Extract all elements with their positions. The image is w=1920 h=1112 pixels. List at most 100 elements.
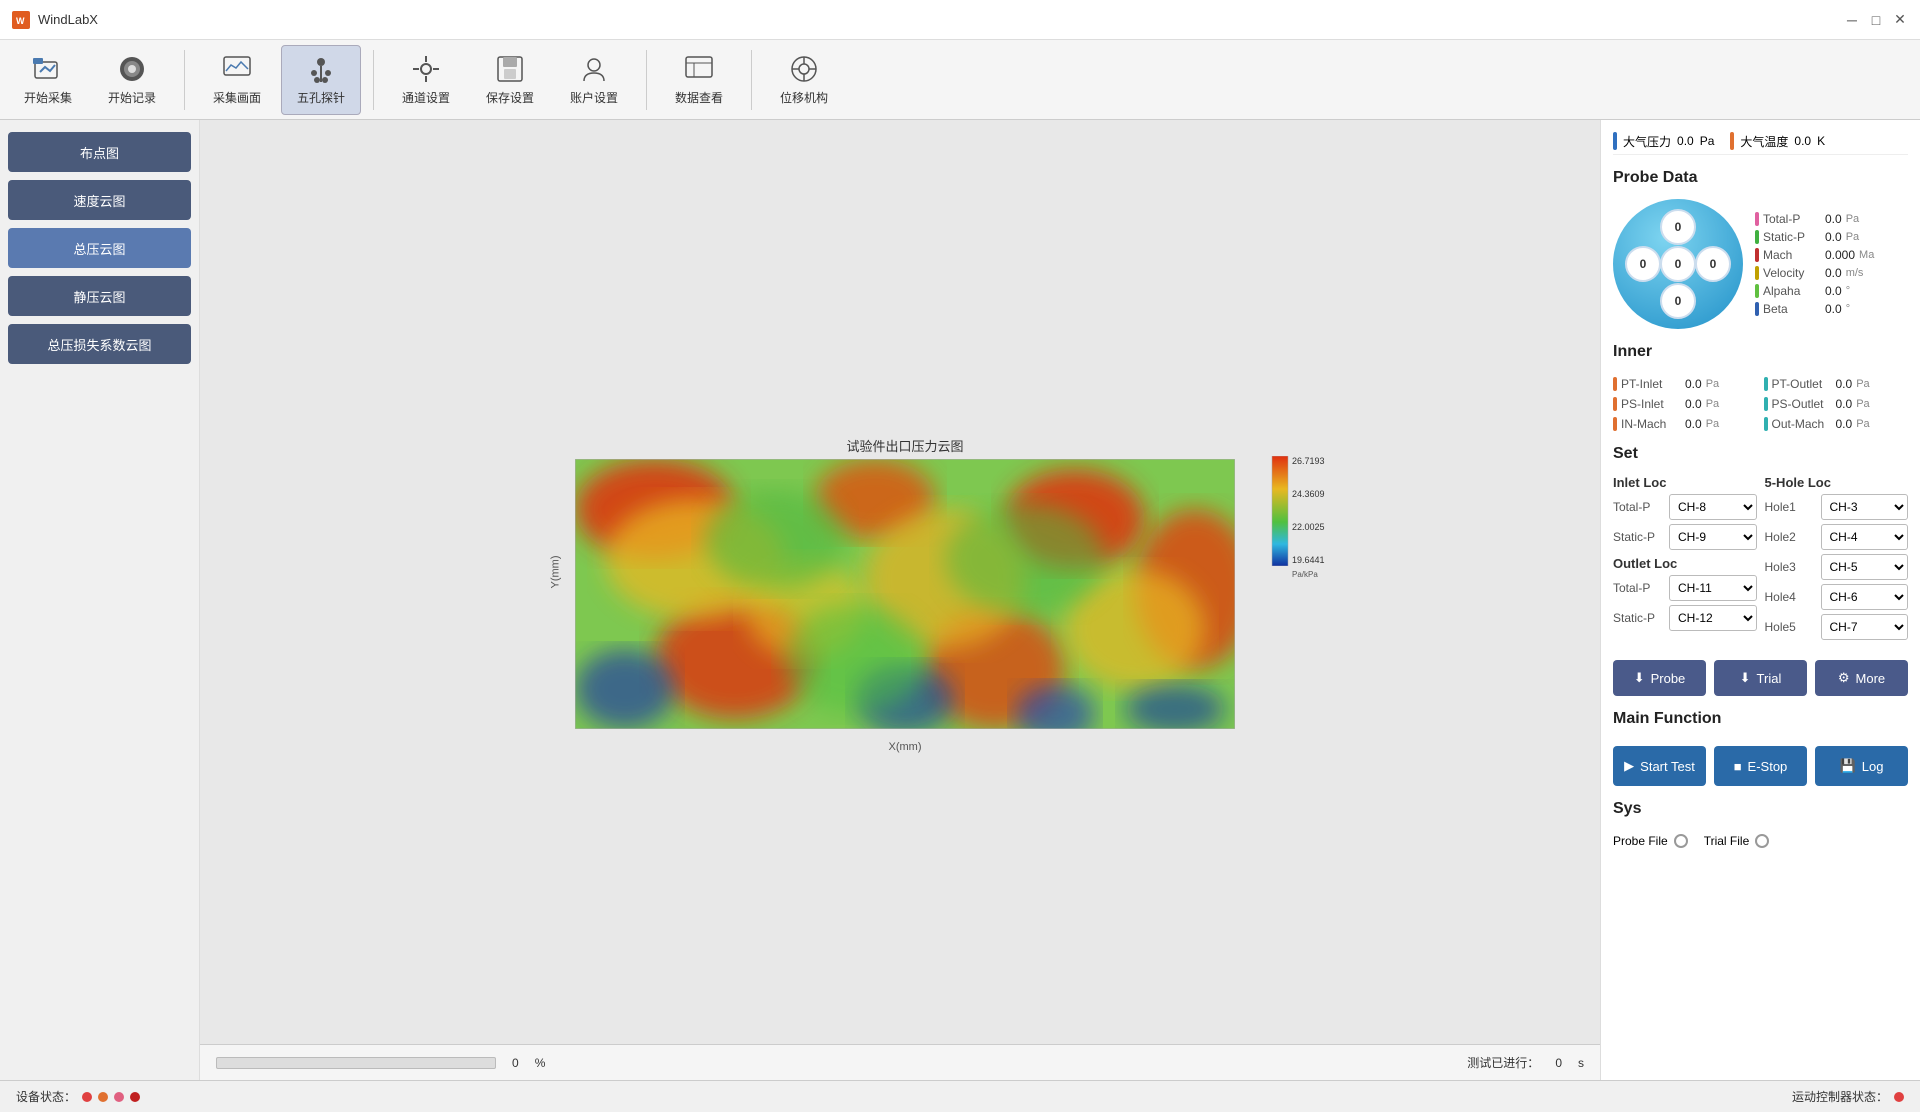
probe-hole-left-val: 0 [1640, 257, 1647, 271]
x-axis-label: X(mm) [889, 741, 922, 753]
trial-button[interactable]: ⬇ Trial [1714, 660, 1807, 696]
log-icon: 💾 [1840, 758, 1856, 774]
toolbar-data-view-label: 数据查看 [675, 89, 723, 106]
atm-pressure-unit: Pa [1700, 134, 1715, 148]
atm-pressure-value: 0.0 [1677, 134, 1694, 148]
toolbar-position-mech[interactable]: 位移机构 [764, 45, 844, 115]
inner-out-mach: Out-Mach 0.0 Pa [1764, 417, 1909, 431]
probe-row-static-p: Static-P 0.0 Pa [1755, 230, 1908, 244]
ps-outlet-label: PS-Outlet [1772, 397, 1832, 411]
main-func-buttons: ▶ Start Test ■ E-Stop 💾 Log [1613, 746, 1908, 786]
log-button[interactable]: 💾 Log [1815, 746, 1908, 786]
action-buttons: ⬇ Probe ⬇ Trial ⚙ More [1613, 660, 1908, 696]
total-p-unit: Pa [1846, 213, 1859, 225]
colorbar-unit: Pa/kPa [1292, 570, 1318, 579]
e-stop-button[interactable]: ■ E-Stop [1714, 746, 1807, 786]
colorbar-mid1: 24.3609 [1292, 489, 1325, 499]
toolbar-start-record[interactable]: 开始记录 [92, 45, 172, 115]
y-axis-label: Y(mm) [550, 555, 562, 588]
atm-bar: 大气压力 0.0 Pa 大气温度 0.0 K [1613, 128, 1908, 155]
inlet-total-p-select[interactable]: CH-8 [1669, 494, 1757, 520]
inlet-static-p-select[interactable]: CH-9 [1669, 524, 1757, 550]
hole2-select[interactable]: CH-4 [1821, 524, 1909, 550]
inlet-loc-title: Inlet Loc [1613, 475, 1757, 490]
probe-row-mach: Mach 0.000 Ma [1755, 248, 1908, 262]
motion-status-dot [1894, 1092, 1904, 1102]
static-p-label: Static-P [1763, 230, 1821, 244]
status-bar: 设备状态： 运动控制器状态： [0, 1080, 1920, 1112]
toolbar: 开始采集 开始记录 采集画面 五孔探针 通道设置 保存设置 账户 [0, 40, 1920, 120]
pt-outlet-unit: Pa [1856, 378, 1869, 390]
probe-button[interactable]: ⬇ Probe [1613, 660, 1706, 696]
total-p-label: Total-P [1763, 212, 1821, 226]
velocity-label: Velocity [1763, 266, 1821, 280]
outlet-total-p-select[interactable]: CH-11 [1669, 575, 1757, 601]
outlet-total-p-label: Total-P [1613, 581, 1663, 595]
device-status-label: 设备状态： [16, 1088, 76, 1105]
hole5-select[interactable]: CH-7 [1821, 614, 1909, 640]
colorbar [1270, 456, 1290, 566]
trial-file-radio[interactable] [1755, 834, 1769, 848]
main-layout: 布点图 速度云图 总压云图 静压云图 总压损失系数云图 试验件出口压力云图 [0, 120, 1920, 1080]
outlet-total-p-row: Total-P CH-11 [1613, 575, 1757, 601]
minimize-button[interactable]: ─ [1844, 12, 1860, 28]
start-test-button[interactable]: ▶ Start Test [1613, 746, 1706, 786]
toolbar-start-collect[interactable]: 开始采集 [8, 45, 88, 115]
trial-btn-icon: ⬇ [1740, 670, 1751, 686]
atm-pressure-label: 大气压力 [1623, 133, 1671, 150]
toolbar-divider-4 [751, 50, 752, 110]
toolbar-data-view[interactable]: 数据查看 [659, 45, 739, 115]
inlet-total-p-label: Total-P [1613, 500, 1663, 514]
close-button[interactable]: ✕ [1892, 12, 1908, 28]
five-hole-loc-group: 5-Hole Loc Hole1 CH-3 Hole2 CH-4 Hole3 [1765, 475, 1909, 644]
hole3-label: Hole3 [1765, 560, 1815, 574]
more-btn-label: More [1856, 671, 1886, 686]
trial-file-label: Trial File [1704, 834, 1750, 848]
elapsed-label: 测试已进行： [1467, 1054, 1539, 1071]
sidebar-static-pressure-map[interactable]: 静压云图 [8, 276, 191, 316]
start-test-label: Start Test [1640, 759, 1695, 774]
pt-outlet-value: 0.0 [1836, 377, 1853, 391]
ps-outlet-value: 0.0 [1836, 397, 1853, 411]
in-mach-label: IN-Mach [1621, 417, 1681, 431]
inner-in-mach: IN-Mach 0.0 Pa [1613, 417, 1758, 431]
sidebar-total-pressure-loss-map[interactable]: 总压损失系数云图 [8, 324, 191, 364]
toolbar-channel-settings[interactable]: 通道设置 [386, 45, 466, 115]
set-grid: Inlet Loc Total-P CH-8 Static-P CH-9 Out… [1613, 475, 1908, 644]
e-stop-icon: ■ [1734, 759, 1742, 774]
mach-label: Mach [1763, 248, 1821, 262]
toolbar-divider-2 [373, 50, 374, 110]
out-mach-label: Out-Mach [1772, 417, 1832, 431]
user-settings-icon [578, 53, 610, 85]
out-mach-accent [1764, 417, 1768, 431]
outlet-static-p-select[interactable]: CH-12 [1669, 605, 1757, 631]
elapsed-unit: s [1578, 1056, 1584, 1070]
toolbar-five-hole-probe[interactable]: 五孔探针 [281, 45, 361, 115]
toolbar-collect-surface[interactable]: 采集画面 [197, 45, 277, 115]
data-view-icon [683, 53, 715, 85]
sidebar-layout-map[interactable]: 布点图 [8, 132, 191, 172]
canvas-area: 试验件出口压力云图 [200, 120, 1600, 1080]
in-mach-value: 0.0 [1685, 417, 1702, 431]
in-mach-accent [1613, 417, 1617, 431]
probe-btn-icon: ⬇ [1634, 670, 1645, 686]
probe-file-label: Probe File [1613, 834, 1668, 848]
hole1-row: Hole1 CH-3 [1765, 494, 1909, 520]
app-logo: W [12, 11, 30, 29]
hole3-select[interactable]: CH-5 [1821, 554, 1909, 580]
hole4-select[interactable]: CH-6 [1821, 584, 1909, 610]
probe-file-radio[interactable] [1674, 834, 1688, 848]
maximize-button[interactable]: □ [1868, 12, 1884, 28]
beta-color [1755, 302, 1759, 316]
alpaha-label: Alpaha [1763, 284, 1821, 298]
toolbar-save-settings[interactable]: 保存设置 [470, 45, 550, 115]
hole1-select[interactable]: CH-3 [1821, 494, 1909, 520]
more-button[interactable]: ⚙ More [1815, 660, 1908, 696]
outlet-static-p-label: Static-P [1613, 611, 1663, 625]
toolbar-user-settings[interactable]: 账户设置 [554, 45, 634, 115]
sidebar: 布点图 速度云图 总压云图 静压云图 总压损失系数云图 [0, 120, 200, 1080]
probe-hole-left: 0 [1625, 246, 1661, 282]
sidebar-total-pressure-map[interactable]: 总压云图 [8, 228, 191, 268]
probe-diagram: 0 0 0 0 0 [1613, 199, 1743, 329]
sidebar-velocity-map[interactable]: 速度云图 [8, 180, 191, 220]
